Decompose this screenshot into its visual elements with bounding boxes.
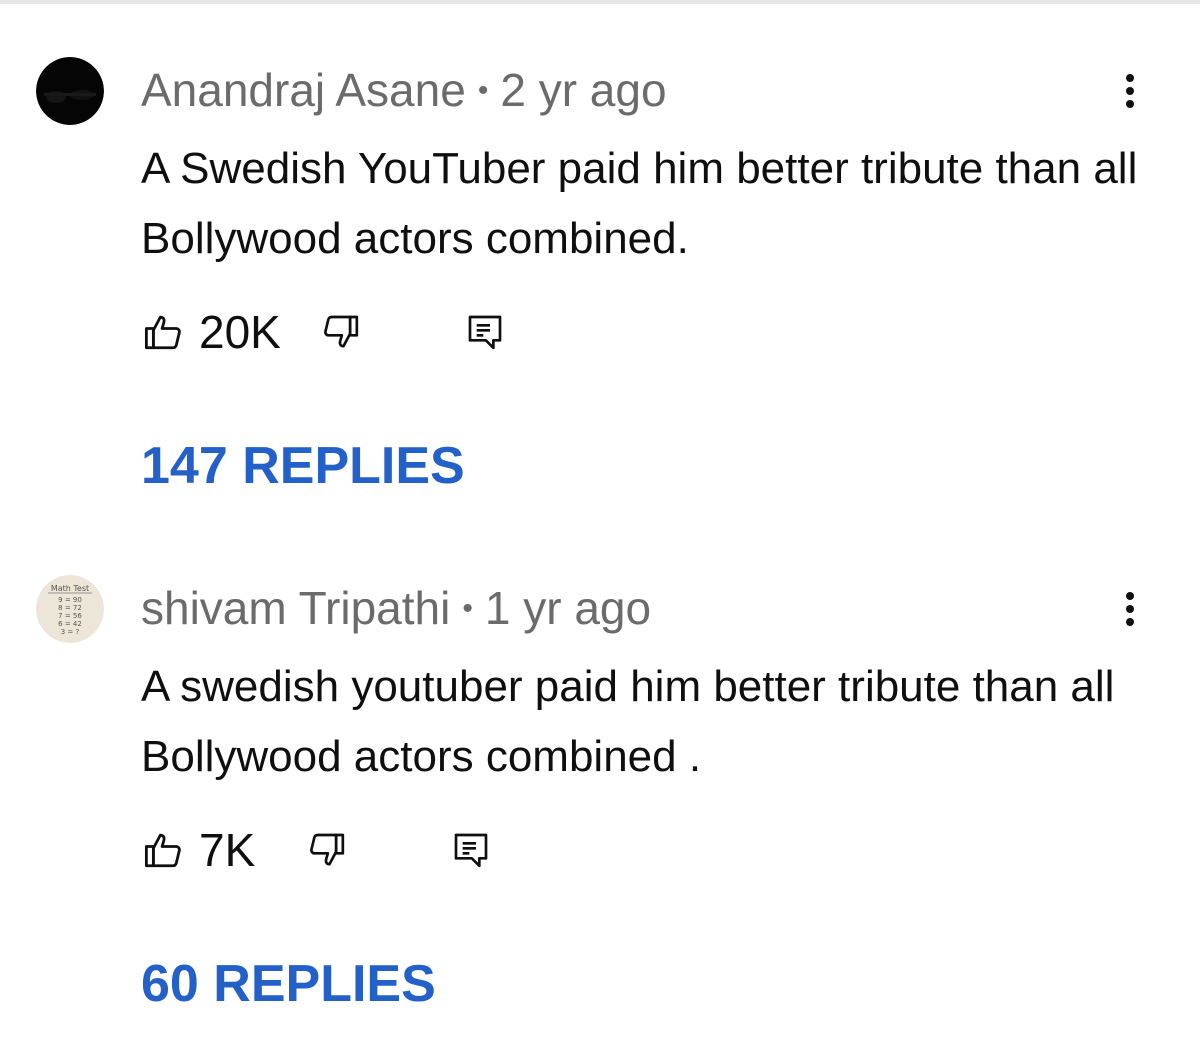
thumbs-down-icon[interactable] [319,300,363,364]
comment-age: 2 yr ago [500,64,667,116]
math-test-avatar-image: Math Test 9 = 90 8 = 72 7 = 56 6 = 42 3 … [36,575,104,643]
comment-text: A Swedish YouTuber paid him better tribu… [141,144,1138,263]
top-divider [0,0,1200,4]
svg-text:3 = ?: 3 = ? [61,628,80,636]
comment-meta: shivam Tripathi • 1 yr ago [141,582,651,635]
thumbs-up-icon[interactable] [141,818,185,882]
svg-text:7 = 56: 7 = 56 [58,612,82,620]
svg-text:6 = 42: 6 = 42 [58,620,82,628]
svg-text:9 = 90: 9 = 90 [58,596,82,604]
view-replies-link[interactable]: 147 REPLIES [141,436,465,496]
thumbs-down-icon[interactable] [305,818,349,882]
comment-actions: 20K [141,300,641,364]
like-count: 7K [199,824,256,876]
author-name[interactable]: Anandraj Asane [141,64,466,116]
author-name[interactable]: shivam Tripathi [141,582,450,634]
meta-separator: • [462,592,473,625]
meta-separator: • [477,74,489,107]
comment-text: A swedish youtuber paid him better tribu… [141,662,1115,781]
view-replies-link[interactable]: 60 REPLIES [141,954,436,1014]
comment-actions: 7K [141,818,641,882]
like-count: 20K [199,306,281,358]
dark-photo-avatar-image [36,57,104,125]
svg-text:8 = 72: 8 = 72 [58,604,82,612]
comments-page: Anandraj Asane • 2 yr ago A Swedish YouTub… [0,0,1200,1060]
reply-comment-icon[interactable] [449,818,493,882]
thumbs-up-icon[interactable] [141,300,185,364]
more-vert-icon[interactable] [1112,70,1148,114]
avatar[interactable]: Math Test 9 = 90 8 = 72 7 = 56 6 = 42 3 … [36,575,104,643]
more-vert-icon[interactable] [1112,588,1148,632]
comment-age: 1 yr ago [484,582,652,634]
comment-meta: Anandraj Asane • 2 yr ago [141,64,667,117]
avatar[interactable] [36,57,104,125]
reply-comment-icon[interactable] [463,300,507,364]
svg-text:Math Test: Math Test [51,584,89,593]
